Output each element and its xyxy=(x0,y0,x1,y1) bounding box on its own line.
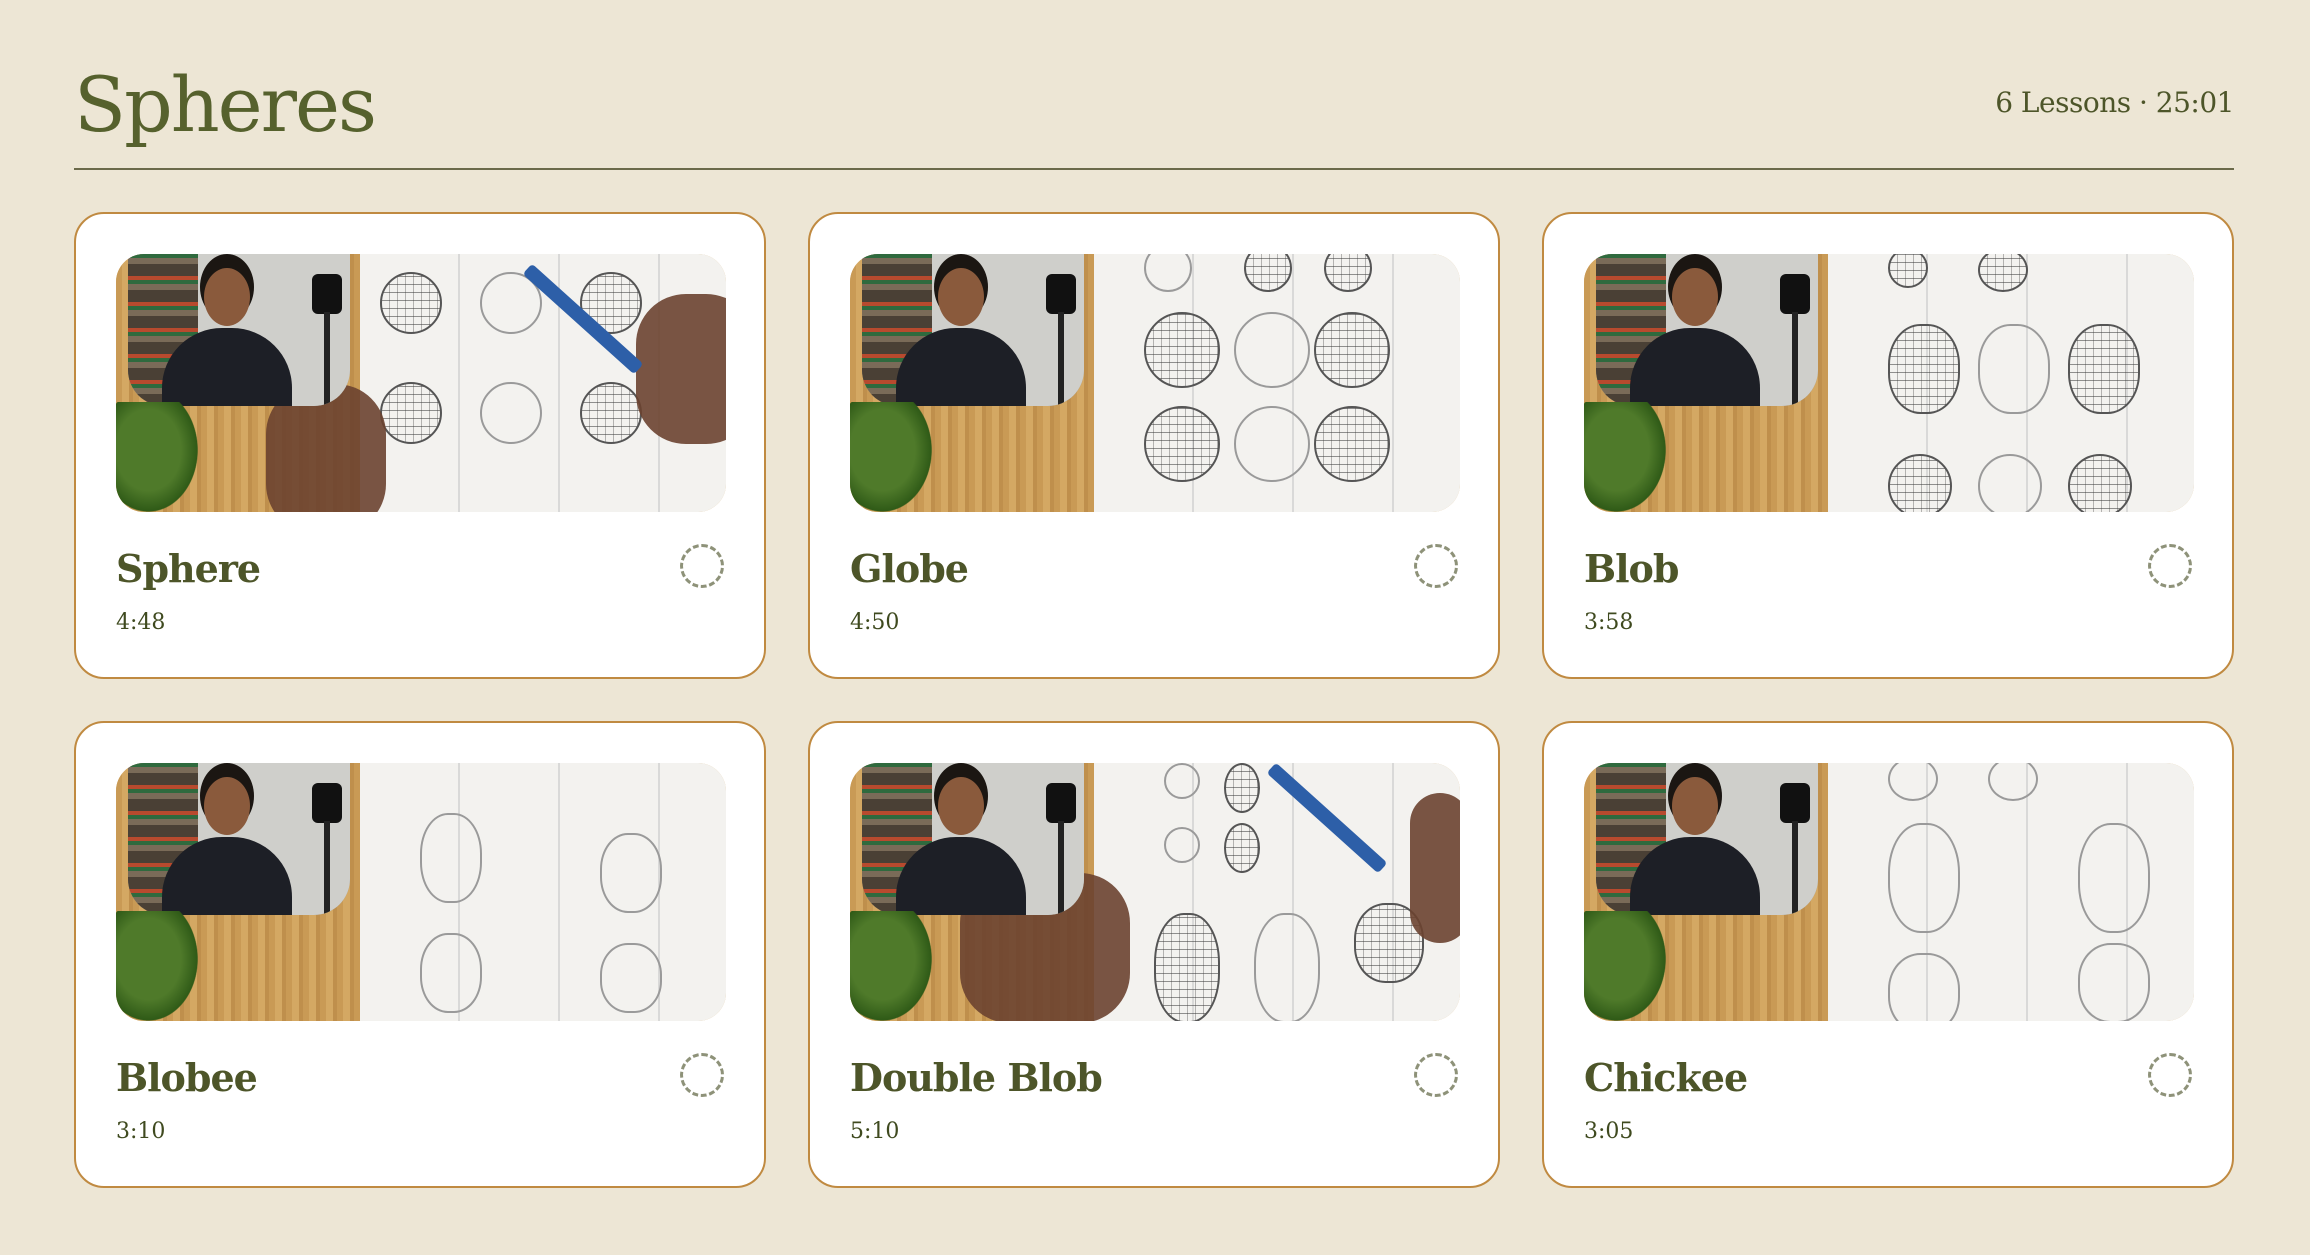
section-meta: 6 Lessons · 25:01 xyxy=(1995,86,2234,119)
lesson-card-sphere[interactable]: Sphere 4:48 xyxy=(74,212,766,679)
lesson-grid: Sphere 4:48 Globe 4:50 Blob 3:58 Blobee … xyxy=(74,212,2234,1188)
lesson-duration: 3:58 xyxy=(1584,610,1634,635)
lesson-thumbnail[interactable] xyxy=(850,763,1460,1021)
lesson-title: Blobee xyxy=(116,1055,258,1100)
lesson-card-double-blob[interactable]: Double Blob 5:10 xyxy=(808,721,1500,1188)
lesson-thumbnail[interactable] xyxy=(850,254,1460,512)
progress-circle-icon xyxy=(680,1053,724,1097)
lesson-duration: 3:10 xyxy=(116,1119,166,1144)
progress-circle-icon xyxy=(1414,544,1458,588)
lesson-duration: 5:10 xyxy=(850,1119,900,1144)
lesson-duration: 4:50 xyxy=(850,610,900,635)
progress-circle-icon xyxy=(1414,1053,1458,1097)
lesson-card-globe[interactable]: Globe 4:50 xyxy=(808,212,1500,679)
lesson-thumbnail[interactable] xyxy=(1584,763,2194,1021)
section-header: Spheres 6 Lessons · 25:01 xyxy=(74,54,2234,170)
lesson-title: Sphere xyxy=(116,546,261,591)
section-title: Spheres xyxy=(74,60,377,149)
lesson-title: Blob xyxy=(1584,546,1679,591)
lesson-thumbnail[interactable] xyxy=(116,254,726,512)
lesson-card-blob[interactable]: Blob 3:58 xyxy=(1542,212,2234,679)
progress-circle-icon xyxy=(2148,1053,2192,1097)
lesson-title: Double Blob xyxy=(850,1055,1103,1100)
progress-circle-icon xyxy=(2148,544,2192,588)
lesson-card-chickee[interactable]: Chickee 3:05 xyxy=(1542,721,2234,1188)
lesson-thumbnail[interactable] xyxy=(1584,254,2194,512)
lesson-title: Chickee xyxy=(1584,1055,1748,1100)
lesson-card-blobee[interactable]: Blobee 3:10 xyxy=(74,721,766,1188)
lesson-duration: 3:05 xyxy=(1584,1119,1634,1144)
lesson-thumbnail[interactable] xyxy=(116,763,726,1021)
lesson-title: Globe xyxy=(850,546,969,591)
progress-circle-icon xyxy=(680,544,724,588)
lesson-page: Spheres 6 Lessons · 25:01 Sphere 4:48 Gl… xyxy=(0,0,2310,1255)
lesson-duration: 4:48 xyxy=(116,610,166,635)
